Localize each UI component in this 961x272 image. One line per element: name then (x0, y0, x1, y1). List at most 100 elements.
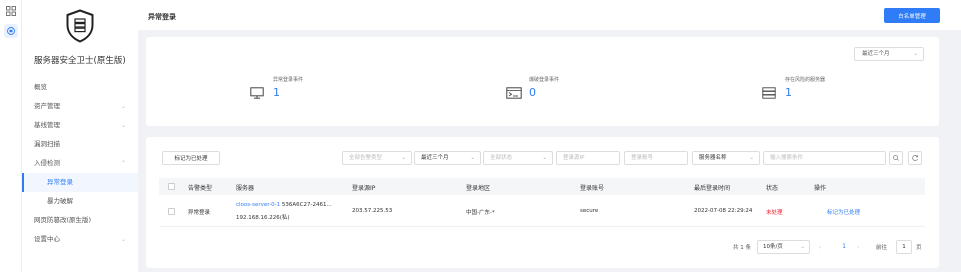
table-row[interactable]: 异常登录 cloos-server-0-1 536A6C27-2461... 1… (159, 199, 925, 227)
column-header: 告警类型 (188, 185, 213, 192)
shield-icon[interactable] (4, 24, 18, 38)
account-placeholder: 登录账号 (631, 155, 654, 161)
events-list-card: 标记为已处理 全部告警类型 ⌄ 最近三个月 ⌄ 全部状态 ⌄ 登录源IP 登录账… (146, 137, 939, 268)
column-header: 登录地区 (466, 185, 491, 192)
stat-value[interactable]: 1 (785, 86, 792, 99)
range-select[interactable]: 最近三个月 ⌄ (414, 151, 481, 165)
server-name-link[interactable]: cloos-server-0-1 (236, 202, 280, 208)
sidebar-item-label: 入侵检测 (34, 159, 60, 167)
stat-value[interactable]: 0 (529, 86, 536, 99)
mark-handled-link[interactable]: 标记为已处理 (827, 208, 860, 216)
prev-page-icon[interactable]: ‹ (819, 241, 821, 255)
refresh-button[interactable] (908, 151, 922, 165)
select-all-checkbox[interactable] (168, 183, 175, 190)
sidebar-item-label: 网页防篡改(原生版) (34, 216, 92, 224)
sidebar-item-overview[interactable]: 概览 (22, 78, 138, 97)
alert-type-placeholder: 全部告警类型 (349, 155, 383, 161)
page-unit-label: 页 (916, 245, 922, 251)
pagination-total: 共 1 条 (733, 245, 751, 251)
page-header: 异常登录 白名单管理 (138, 0, 961, 30)
sidebar-item-label: 异常登录 (47, 178, 73, 186)
status-badge: 未处理 (766, 210, 783, 216)
goto-label: 前往 (876, 245, 888, 251)
sidebar-item-intrusion[interactable]: 入侵检测 ⌃ (22, 154, 138, 173)
page-size-select[interactable]: 10条/页 ⌄ (757, 240, 810, 254)
alert-type-cell: 异常登录 (188, 210, 211, 216)
chevron-down-icon: ⌄ (120, 236, 126, 243)
shield-logo-icon (66, 9, 94, 43)
range-select-value: 最近三个月 (421, 155, 449, 161)
server-cell: cloos-server-0-1 536A6C27-2461... (236, 202, 332, 208)
sidebar-item-label: 资产管理 (34, 102, 60, 110)
icon-rail (0, 0, 22, 272)
alert-type-select[interactable]: 全部告警类型 ⌄ (342, 151, 412, 165)
account-cell: secure (580, 208, 599, 214)
chevron-down-icon: ⌄ (120, 103, 126, 110)
source-ip-cell: 203.57.225.53 (352, 208, 393, 214)
column-header: 登录源IP (352, 185, 376, 192)
app-title: 服务器安全卫士(原生版) (34, 56, 126, 66)
server-ip: 192.168.16.226(私) (236, 215, 290, 221)
source-ip-placeholder: 登录源IP (563, 155, 585, 161)
chevron-down-icon: ⌄ (470, 155, 475, 161)
column-header: 服务器 (236, 185, 255, 192)
grid-icon[interactable] (6, 6, 16, 16)
sidebar-menu: 概览 资产管理 ⌄ 基线管理 ⌄ 漏洞扫描 入侵检测 ⌃ 异常登录 暴力破解 网… (22, 78, 138, 249)
time-range-value: 最近三个月 (862, 51, 890, 57)
last-login-cell: 2022-07-08 22:29:24 (694, 208, 753, 214)
search-input[interactable]: 输入搜索条件 (763, 151, 886, 165)
server-id: 536A6C27-2461... (281, 202, 332, 208)
search-button[interactable] (889, 151, 903, 165)
sidebar-item-brute-force[interactable]: 暴力破解 (22, 192, 138, 211)
row-checkbox[interactable] (168, 208, 175, 215)
search-placeholder: 输入搜索条件 (770, 155, 804, 161)
goto-page-input[interactable]: 1 (896, 240, 912, 254)
sidebar-item-baseline[interactable]: 基线管理 ⌄ (22, 116, 138, 135)
search-field-select[interactable]: 服务器名称 ⌄ (692, 151, 760, 165)
sidebar-item-settings[interactable]: 设置中心 ⌄ (22, 230, 138, 249)
sidebar-item-label: 暴力破解 (47, 197, 73, 205)
chevron-up-icon: ⌃ (120, 160, 126, 167)
chevron-down-icon: ⌄ (749, 155, 754, 161)
stats-card: 最近三个月 ⌄ 异常登录事件 1 爆破登录事件 0 存在风险的服务器 1 (146, 37, 939, 126)
stat-label: 爆破登录事件 (529, 77, 560, 83)
mark-handled-button[interactable]: 标记为已处理 (162, 151, 220, 165)
column-header: 操作 (814, 185, 827, 192)
sidebar-item-abnormal-login[interactable]: 异常登录 (22, 173, 138, 192)
chevron-down-icon: ⌄ (542, 155, 547, 161)
status-placeholder: 全部状态 (490, 155, 513, 161)
refresh-icon (912, 155, 919, 161)
search-field-value: 服务器名称 (699, 155, 727, 161)
stat-value[interactable]: 1 (273, 86, 280, 99)
source-ip-input[interactable]: 登录源IP (556, 151, 620, 165)
status-select[interactable]: 全部状态 ⌄ (483, 151, 553, 165)
column-header: 最后登录时间 (694, 185, 731, 192)
sidebar: 服务器安全卫士(原生版) 概览 资产管理 ⌄ 基线管理 ⌄ 漏洞扫描 入侵检测 … (22, 0, 138, 272)
monitor-icon (250, 87, 264, 99)
sidebar-item-label: 漏洞扫描 (34, 140, 60, 148)
sidebar-item-tamper-protection[interactable]: 网页防篡改(原生版) (22, 211, 138, 230)
account-input[interactable]: 登录账号 (624, 151, 688, 165)
column-header: 状态 (766, 185, 779, 192)
chevron-down-icon: ⌄ (120, 122, 126, 129)
sidebar-item-vuln-scan[interactable]: 漏洞扫描 (22, 135, 138, 154)
chevron-down-icon: ⌄ (800, 244, 805, 250)
terminal-icon (506, 87, 522, 99)
search-icon (893, 155, 899, 161)
page-title: 异常登录 (148, 13, 176, 21)
table-header: 告警类型 服务器 登录源IP 登录地区 登录账号 最后登录时间 状态 操作 (159, 178, 925, 195)
server-icon (762, 87, 776, 99)
sidebar-item-label: 基线管理 (34, 121, 60, 129)
current-page[interactable]: 1 (838, 240, 850, 254)
whitelist-management-button[interactable]: 白名单管理 (884, 8, 940, 23)
stat-label: 异常登录事件 (273, 77, 304, 83)
page-size-value: 10条/页 (763, 244, 783, 250)
sidebar-item-assets[interactable]: 资产管理 ⌄ (22, 97, 138, 116)
column-header: 登录账号 (580, 185, 605, 192)
next-page-icon[interactable]: › (857, 241, 859, 255)
region-cell: 中国-广东-* (466, 210, 495, 216)
chevron-down-icon: ⌄ (913, 51, 918, 57)
time-range-select[interactable]: 最近三个月 ⌄ (854, 47, 924, 61)
stat-label: 存在风险的服务器 (785, 77, 826, 83)
sidebar-item-label: 概览 (34, 83, 47, 91)
